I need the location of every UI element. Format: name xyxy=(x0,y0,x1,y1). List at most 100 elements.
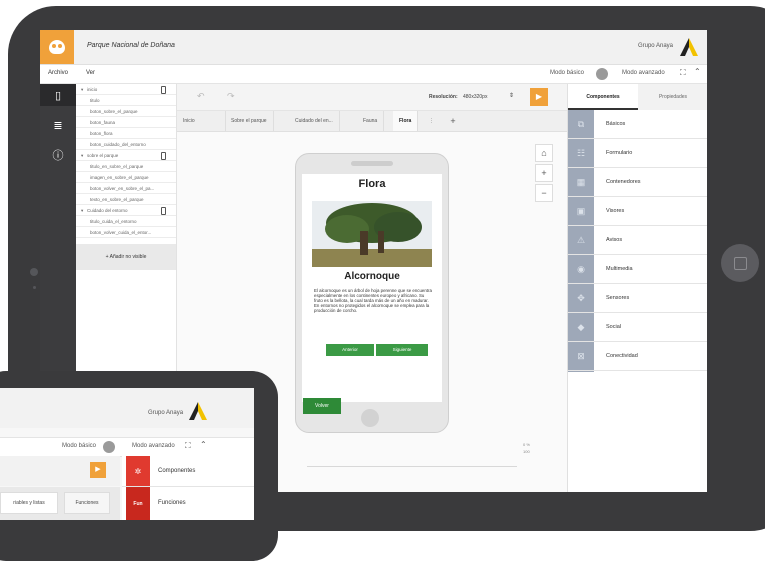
small-components-row[interactable]: ✲ Componentes xyxy=(122,456,254,487)
prev-button[interactable]: Anterior xyxy=(326,344,374,356)
add-tab-button[interactable]: + xyxy=(445,111,461,131)
component-multimedia[interactable]: ◉ Multimedia xyxy=(568,255,707,284)
small-fullscreen-icon[interactable]: ⛶ xyxy=(185,441,191,451)
zoom-out-button[interactable]: − xyxy=(535,184,553,202)
canvas-toolbar: ↶ ↷ Resolución: 480x320px ⇕ ▶ xyxy=(177,84,567,111)
component-label: Sensores xyxy=(606,295,630,301)
tree-item[interactable]: boton_volver_cuida_el_entor... xyxy=(76,227,176,238)
menu-ver[interactable]: Ver xyxy=(86,70,95,76)
zoom-controls: ⌂ + − xyxy=(535,144,553,204)
tree-item-label: boton_volver_en_sobre_el_pa... xyxy=(90,186,155,191)
tree-item[interactable]: titulo_en_sobre_el_parque xyxy=(76,161,176,172)
tree-item[interactable]: boton_flora xyxy=(76,128,176,139)
owl-logo-icon[interactable] xyxy=(40,30,74,64)
small-mode-advanced: Modo avanzado xyxy=(132,443,175,449)
small-components-label: Componentes xyxy=(158,468,196,474)
tree-item[interactable]: ▾ inicio xyxy=(76,84,176,95)
resolution-select[interactable]: 480x320px xyxy=(463,94,487,100)
phone-icon[interactable]: ▯ xyxy=(40,84,76,106)
list-icon[interactable]: ≣ xyxy=(40,114,76,136)
tab-sobre-el-parque[interactable]: Sobre el parque xyxy=(225,111,274,131)
info-icon[interactable]: ⓘ xyxy=(40,144,76,166)
tree-item-label: sobre el parque xyxy=(87,153,119,158)
small-brand-name: Grupo Anaya xyxy=(148,410,184,416)
undo-icon[interactable]: ↶ xyxy=(197,91,205,102)
tree-item[interactable]: imagen_en_sobre_el_parque xyxy=(76,172,176,183)
component-social[interactable]: ◆ Social xyxy=(568,313,707,342)
home-button[interactable] xyxy=(721,244,759,282)
tree-item-label: inicio xyxy=(87,87,98,92)
mode-toggle[interactable] xyxy=(596,68,608,80)
back-button[interactable]: Volver xyxy=(303,398,341,414)
phone-mini-icon xyxy=(161,86,166,94)
tab-propiedades[interactable]: Propiedades xyxy=(638,84,707,110)
tab-componentes[interactable]: Componentes xyxy=(568,84,638,110)
tab-funciones[interactable]: Funciones xyxy=(64,492,110,514)
cork-oak-image xyxy=(312,201,432,267)
tree-item[interactable]: boton_volver_en_sobre_el_pa... xyxy=(76,183,176,194)
tree-item[interactable]: ▾ sobre el parque xyxy=(76,150,176,161)
sensor-dot xyxy=(33,286,36,289)
component-conectividad[interactable]: ⊠ Conectividad xyxy=(568,342,707,371)
zoom-in-button[interactable]: + xyxy=(535,164,553,182)
collapse-icon[interactable]: ⌃ xyxy=(694,67,701,76)
tab-inicio[interactable]: Inicio xyxy=(177,111,226,131)
add-non-visible-button[interactable]: + Añadir no visible xyxy=(76,244,176,270)
slider-max: 100 xyxy=(523,449,530,454)
home-zoom-icon[interactable]: ⌂ xyxy=(535,144,553,162)
small-mode-basic: Modo básico xyxy=(62,443,97,449)
zoom-slider[interactable] xyxy=(307,466,517,467)
phone-mini-icon xyxy=(161,207,166,215)
component-basicos[interactable]: ⧉ Básicos xyxy=(568,110,707,139)
tree-item[interactable]: titulo_cuida_el_entorno xyxy=(76,216,176,227)
menu-archivo[interactable]: Archivo xyxy=(48,70,68,76)
tree-item[interactable]: ▾ Cuidado del entorno xyxy=(76,205,176,216)
small-menu-bar: Modo básico Modo avanzado ⛶ ⌃ xyxy=(0,437,254,457)
small-functions-row[interactable]: Fun Funciones xyxy=(122,487,254,520)
tree-item-label: boton_flora xyxy=(90,131,113,136)
tree-item-label: titulo_en_sobre_el_parque xyxy=(90,164,144,169)
component-label: Avisos xyxy=(606,237,623,243)
basic-icon: ⧉ xyxy=(577,119,585,129)
next-button[interactable]: Siguiente xyxy=(376,344,428,356)
sensor-icon: ✥ xyxy=(577,293,585,303)
tab-flora[interactable]: Flora xyxy=(393,111,419,131)
components-panel: Componentes Propiedades ⧉ Básicos ☷ Formul… xyxy=(567,84,707,492)
tree-item[interactable]: titulo xyxy=(76,95,176,106)
preview-text: El alcornoque es un árbol de hoja perenn… xyxy=(314,288,432,313)
viewer-icon: ▣ xyxy=(576,206,586,216)
small-collapse-icon[interactable]: ⌃ xyxy=(200,440,207,449)
chevron-updown-icon[interactable]: ⇕ xyxy=(509,92,514,99)
component-visores[interactable]: ▣ Visores xyxy=(568,197,707,226)
tree-item[interactable]: boton_cuidado_del_entorno xyxy=(76,139,176,150)
tree-item-label: imagen_en_sobre_el_parque xyxy=(90,175,149,180)
tree-item[interactable]: texto_en_sobre_el_parque xyxy=(76,194,176,205)
small-header: Grupo Anaya xyxy=(0,388,254,428)
component-label: Conectividad xyxy=(606,353,638,359)
tree-item[interactable]: boton_sobre_el_parque xyxy=(76,106,176,117)
fun-badge-icon: Fun xyxy=(126,487,150,520)
phone-preview: Flora Alcornoque El alcornoque es un árb… xyxy=(295,153,449,433)
preview-button[interactable]: ▶ xyxy=(530,88,548,106)
fullscreen-icon[interactable]: ⛶ xyxy=(680,68,686,78)
component-sensores[interactable]: ✥ Sensores xyxy=(568,284,707,313)
component-formulario[interactable]: ☷ Formulario xyxy=(568,139,707,168)
tree-item[interactable]: boton_fauna xyxy=(76,117,176,128)
mode-basic-label: Modo básico xyxy=(550,70,585,76)
tab-menu-icon[interactable]: ⋮ xyxy=(423,111,440,131)
tree-item-label: titulo xyxy=(90,98,100,103)
redo-icon[interactable]: ↷ xyxy=(227,91,235,102)
tab-cuidado[interactable]: Cuidado del en... xyxy=(289,111,340,131)
camera-icon xyxy=(30,268,38,276)
tree-item-label: boton_volver_cuida_el_entor... xyxy=(90,230,152,235)
tab-variables-listas[interactable]: riables y listas xyxy=(0,492,58,514)
component-contenedores[interactable]: ▦ Contenedores xyxy=(568,168,707,197)
tree-item-label: Cuidado del entorno xyxy=(87,208,128,213)
small-preview-button[interactable]: ▶ xyxy=(90,462,106,478)
component-avisos[interactable]: ⚠ Avisos xyxy=(568,226,707,255)
small-mode-toggle[interactable] xyxy=(103,441,115,453)
component-label: Social xyxy=(606,324,621,330)
small-tablet-screen: Grupo Anaya Modo básico Modo avanzado ⛶ … xyxy=(0,388,254,520)
preview-title: Flora xyxy=(358,178,386,190)
tab-fauna[interactable]: Fauna xyxy=(357,111,385,131)
